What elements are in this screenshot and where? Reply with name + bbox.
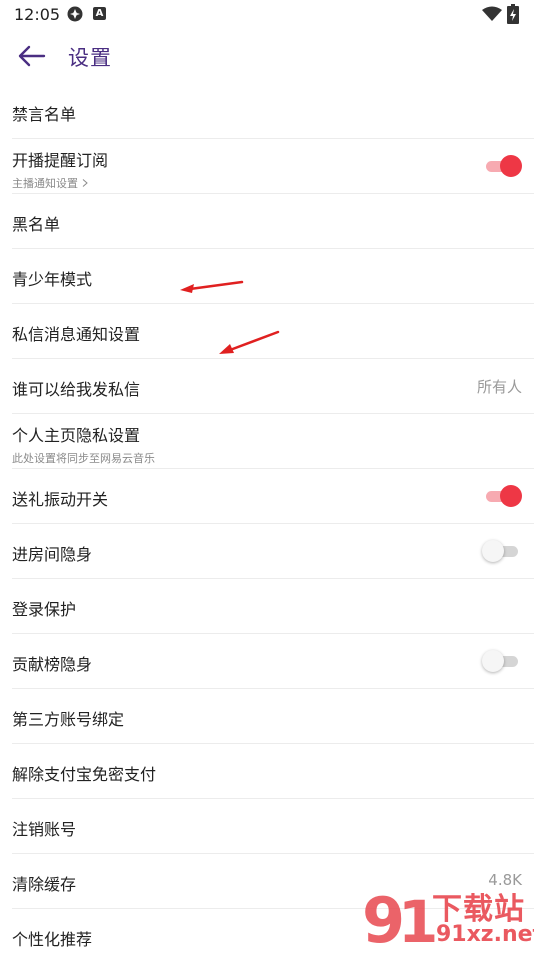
watermark: 9 1 下载站 91xz.net (360, 880, 534, 950)
watermark-site: 91xz.net (436, 922, 534, 947)
contribution-invisible-toggle[interactable] (482, 650, 520, 672)
settings-row-profile-privacy[interactable]: 个人主页隐私设置 此处设置将同步至网易云音乐 (12, 414, 534, 469)
settings-row-gift-vibration[interactable]: 送礼振动开关 (12, 469, 534, 524)
row-subtitle-text: 此处设置将同步至网易云音乐 (12, 452, 155, 465)
row-title: 进房间隐身 (12, 545, 93, 564)
annotation-arrow-icon (219, 330, 280, 354)
gift-vibration-toggle[interactable] (484, 485, 522, 507)
wifi-icon (482, 6, 502, 21)
row-title: 谁可以给我发私信 (12, 380, 141, 399)
settings-row-login-protection[interactable]: 登录保护 (12, 579, 534, 634)
live-reminder-toggle[interactable] (484, 155, 522, 177)
settings-row-delete-account[interactable]: 注销账号 (12, 799, 534, 854)
row-title: 私信消息通知设置 (12, 325, 141, 344)
row-subtitle: 此处设置将同步至网易云音乐 (12, 450, 155, 466)
row-title: 贡献榜隐身 (12, 655, 93, 674)
settings-row-enter-room-invisible[interactable]: 进房间隐身 (12, 524, 534, 579)
settings-row-blacklist[interactable]: 黑名单 (12, 194, 534, 249)
chevron-right-icon (82, 179, 88, 187)
row-title: 青少年模式 (12, 270, 93, 289)
row-value: 所有人 (476, 378, 522, 396)
row-title: 解除支付宝免密支付 (12, 765, 157, 784)
row-title: 送礼振动开关 (12, 490, 109, 509)
row-subtitle: 主播通知设置 (12, 177, 78, 190)
app-header: 设置 (0, 30, 534, 84)
settings-row-third-party-binding[interactable]: 第三方账号绑定 (12, 689, 534, 744)
row-title: 黑名单 (12, 215, 61, 234)
row-title: 清除缓存 (12, 875, 77, 894)
row-title: 个人主页隐私设置 (12, 426, 141, 445)
sync-status-icon (67, 6, 83, 22)
settings-row-alipay-unbind[interactable]: 解除支付宝免密支付 (12, 744, 534, 799)
notification-a-icon: A (93, 7, 106, 20)
settings-row-who-can-message[interactable]: 谁可以给我发私信 所有人 (12, 359, 534, 414)
status-bar: 12:05 A (0, 0, 534, 28)
row-title: 个性化推荐 (12, 930, 93, 949)
enter-room-invisible-toggle[interactable] (482, 540, 520, 562)
row-title: 登录保护 (12, 600, 77, 619)
back-arrow-icon[interactable] (14, 40, 50, 72)
row-title: 注销账号 (12, 820, 77, 839)
settings-list: 禁言名单 开播提醒订阅 主播通知设置 黑名单 青少年模式 私信消息通知设置 谁可… (0, 84, 534, 964)
settings-row-live-reminder[interactable]: 开播提醒订阅 主播通知设置 (12, 139, 534, 194)
row-subtitle-link[interactable]: 主播通知设置 (12, 175, 89, 191)
page-title: 设置 (68, 46, 112, 70)
annotation-arrow-icon (180, 280, 244, 293)
row-title: 开播提醒订阅 (12, 151, 109, 170)
settings-row-contribution-invisible[interactable]: 贡献榜隐身 (12, 634, 534, 689)
row-title: 禁言名单 (12, 105, 77, 124)
settings-row-teen-mode[interactable]: 青少年模式 (12, 249, 534, 304)
settings-row-mute-list[interactable]: 禁言名单 (12, 84, 534, 139)
status-time: 12:05 (14, 5, 61, 24)
row-title: 第三方账号绑定 (12, 710, 125, 729)
battery-charging-icon (507, 4, 519, 24)
